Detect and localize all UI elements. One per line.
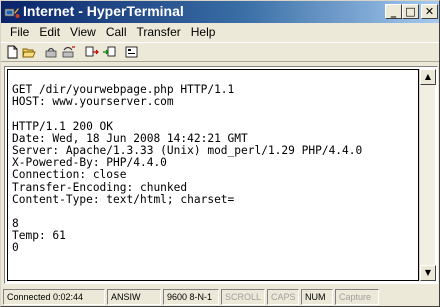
status-emulation: ANSIW <box>107 289 161 305</box>
terminal-frame: GET /dir/yourwebpage.php HTTP/1.1 HOST: … <box>4 66 438 284</box>
close-button[interactable]: ✕ <box>421 4 438 19</box>
toolbar <box>1 42 439 62</box>
menu-view[interactable]: View <box>65 25 101 39</box>
hyperterminal-window: Internet - HyperTerminal _ □ ✕ File Edit… <box>0 0 440 307</box>
title-bar[interactable]: Internet - HyperTerminal _ □ ✕ <box>1 1 439 23</box>
scroll-down-icon[interactable]: ▼ <box>420 265 436 281</box>
terminal-screen[interactable]: GET /dir/yourwebpage.php HTTP/1.1 HOST: … <box>7 69 419 281</box>
status-caps: CAPS <box>267 289 299 305</box>
maximize-button[interactable]: □ <box>402 4 419 19</box>
terminal-line: Content-Type: text/html; charset= <box>12 192 235 206</box>
menu-transfer[interactable]: Transfer <box>132 25 186 39</box>
status-settings: 9600 8-N-1 <box>163 289 219 305</box>
terminal-line: 0 <box>12 241 19 255</box>
status-scroll: SCROLL <box>221 289 265 305</box>
new-icon[interactable] <box>4 44 20 60</box>
terminal-line: Connection: close <box>12 168 127 182</box>
minimize-button[interactable]: _ <box>385 4 402 19</box>
status-bar: Connected 0:02:44 ANSIW 9600 8-N-1 SCROL… <box>1 288 439 306</box>
vertical-scrollbar[interactable]: ▲ ▼ <box>419 69 436 281</box>
status-capture: Capture <box>335 289 379 305</box>
menu-edit[interactable]: Edit <box>34 25 65 39</box>
terminal-line: HTTP/1.1 200 OK <box>12 119 114 133</box>
scroll-up-icon[interactable]: ▲ <box>420 69 436 85</box>
menu-file[interactable]: File <box>5 25 34 39</box>
terminal-line: 8 <box>12 217 19 231</box>
terminal-line: Transfer-Encoding: chunked <box>12 180 188 194</box>
status-connection: Connected 0:02:44 <box>3 289 105 305</box>
terminal-line: Temp: 61 <box>12 229 66 243</box>
receive-icon[interactable] <box>101 44 117 60</box>
connect-icon[interactable] <box>44 44 60 60</box>
menu-call[interactable]: Call <box>101 25 132 39</box>
send-icon[interactable] <box>84 44 100 60</box>
window-title: Internet - HyperTerminal <box>23 3 184 19</box>
status-num: NUM <box>301 289 333 305</box>
open-icon[interactable] <box>21 44 37 60</box>
menu-help[interactable]: Help <box>186 25 221 39</box>
hyperterminal-app-icon[interactable] <box>4 4 20 20</box>
properties-icon[interactable] <box>124 44 140 60</box>
menu-bar: File Edit View Call Transfer Help <box>1 23 439 41</box>
terminal-line: HOST: www.yourserver.com <box>12 95 174 109</box>
disconnect-icon[interactable] <box>61 44 77 60</box>
